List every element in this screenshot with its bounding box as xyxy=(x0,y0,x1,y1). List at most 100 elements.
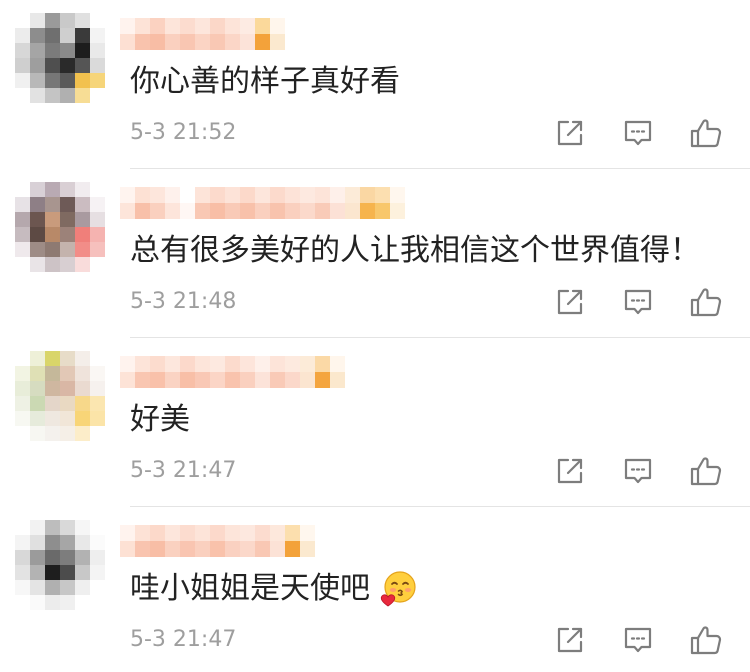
avatar-mosaic-cell xyxy=(15,227,30,242)
username-mosaic-cell xyxy=(360,187,375,203)
like-button[interactable] xyxy=(689,117,723,149)
username-mosaic-cell xyxy=(360,203,375,219)
avatar-mosaic-cell xyxy=(15,520,30,535)
reply-button[interactable] xyxy=(623,457,653,485)
avatar-mosaic-cell xyxy=(45,28,60,43)
avatar-mosaic-cell xyxy=(60,197,75,212)
comment-text: 哇小姐姐是天使吧 xyxy=(130,571,370,606)
avatar-mosaic-cell xyxy=(15,13,30,28)
comment-item: 你心善的样子真好看 5-3 21:52 xyxy=(0,0,750,169)
username-mosaic-cell-row xyxy=(120,34,285,50)
username-mosaic-cell xyxy=(150,34,165,50)
username-mosaic-cell-row xyxy=(120,525,315,541)
avatar-mosaic-cell xyxy=(90,13,105,28)
comment-timestamp: 5-3 21:48 xyxy=(130,289,237,314)
comment-text: 你心善的样子真好看 xyxy=(130,64,400,99)
avatar-mosaic-cell xyxy=(75,73,90,88)
reply-button[interactable] xyxy=(623,119,653,147)
username-mosaic-cell xyxy=(225,187,240,203)
avatar[interactable] xyxy=(15,13,105,103)
avatar-mosaic-cell-row xyxy=(15,411,105,426)
username-mosaic-cell xyxy=(195,187,210,203)
username-mosaic-cell xyxy=(330,356,345,372)
avatar-mosaic-cell xyxy=(45,58,60,73)
avatar-mosaic-cell xyxy=(90,535,105,550)
avatar-mosaic-cell-row xyxy=(15,13,105,28)
avatar-mosaic-cell xyxy=(90,426,105,441)
avatar-mosaic-cell-row xyxy=(15,565,105,580)
forward-button[interactable] xyxy=(555,288,585,316)
avatar-mosaic-cell xyxy=(60,351,75,366)
avatar-mosaic-cell xyxy=(90,73,105,88)
comment-text-line: 总有很多美好的人让我相信这个世界值得！ xyxy=(130,233,700,269)
avatar-mosaic-cell xyxy=(75,197,90,212)
avatar-mosaic-cell xyxy=(90,43,105,58)
avatar-mosaic-cell xyxy=(45,212,60,227)
avatar-mosaic-cell xyxy=(60,28,75,43)
avatar-mosaic-cell xyxy=(45,595,60,610)
username-mosaic-cell xyxy=(195,525,210,541)
avatar[interactable] xyxy=(15,520,105,610)
avatar-mosaic-cell xyxy=(30,351,45,366)
username-mosaic-cell xyxy=(180,34,195,50)
reply-button[interactable] xyxy=(623,626,653,654)
avatar-mosaic-cell xyxy=(30,595,45,610)
forward-button[interactable] xyxy=(555,457,585,485)
avatar-mosaic-cell-row xyxy=(15,595,105,610)
avatar-mosaic-cell xyxy=(15,212,30,227)
avatar-mosaic-cell xyxy=(45,426,60,441)
username-mosaic-cell xyxy=(120,18,135,34)
username-mosaic-cell xyxy=(240,203,255,219)
reply-button[interactable] xyxy=(623,288,653,316)
avatar-mosaic-cell xyxy=(15,28,30,43)
username-mosaic-cell xyxy=(300,372,315,388)
avatar[interactable] xyxy=(15,182,105,272)
avatar-mosaic-cell xyxy=(90,58,105,73)
avatar-mosaic-cell-row xyxy=(15,28,105,43)
avatar-mosaic-cell xyxy=(75,257,90,272)
like-button[interactable] xyxy=(689,286,723,318)
like-button[interactable] xyxy=(689,624,723,656)
username-mosaic-cell xyxy=(180,541,195,557)
avatar-mosaic-cell xyxy=(30,426,45,441)
avatar-mosaic-cell xyxy=(75,43,90,58)
username-blurred[interactable] xyxy=(120,187,405,219)
username-mosaic-cell xyxy=(255,525,270,541)
avatar-mosaic-cell xyxy=(60,242,75,257)
avatar-mosaic-cell xyxy=(30,381,45,396)
avatar-mosaic-cell xyxy=(45,550,60,565)
username-mosaic-cell xyxy=(180,356,195,372)
username-blurred[interactable] xyxy=(120,18,285,50)
avatar-mosaic-cell xyxy=(60,426,75,441)
forward-button[interactable] xyxy=(555,626,585,654)
username-mosaic-cell xyxy=(345,187,360,203)
avatar-mosaic-cell xyxy=(90,396,105,411)
username-mosaic-cell xyxy=(120,525,135,541)
avatar-mosaic-cell xyxy=(75,520,90,535)
username-mosaic-cell xyxy=(345,203,360,219)
username-mosaic-cell xyxy=(315,187,330,203)
avatar[interactable] xyxy=(15,351,105,441)
like-icon xyxy=(690,625,722,655)
username-mosaic-cell xyxy=(195,372,210,388)
like-icon xyxy=(690,287,722,317)
avatar-mosaic-cell xyxy=(30,197,45,212)
username-mosaic-cell xyxy=(135,525,150,541)
username-mosaic-cell xyxy=(300,203,315,219)
username-blurred[interactable] xyxy=(120,525,315,557)
username-mosaic-cell xyxy=(270,203,285,219)
comment-text: 总有很多美好的人让我相信这个世界值得！ xyxy=(130,233,700,268)
avatar-mosaic-cell xyxy=(45,88,60,103)
username-mosaic-cell xyxy=(285,541,300,557)
like-button[interactable] xyxy=(689,455,723,487)
avatar-mosaic-cell xyxy=(75,242,90,257)
avatar-mosaic-cell xyxy=(30,13,45,28)
forward-button[interactable] xyxy=(555,119,585,147)
avatar-mosaic-cell xyxy=(60,212,75,227)
avatar-mosaic-cell-row xyxy=(15,580,105,595)
comment-icon xyxy=(624,288,652,316)
username-blurred[interactable] xyxy=(120,356,345,388)
avatar-mosaic-cell xyxy=(45,411,60,426)
username-mosaic-cell xyxy=(210,525,225,541)
username-mosaic-cell xyxy=(135,187,150,203)
